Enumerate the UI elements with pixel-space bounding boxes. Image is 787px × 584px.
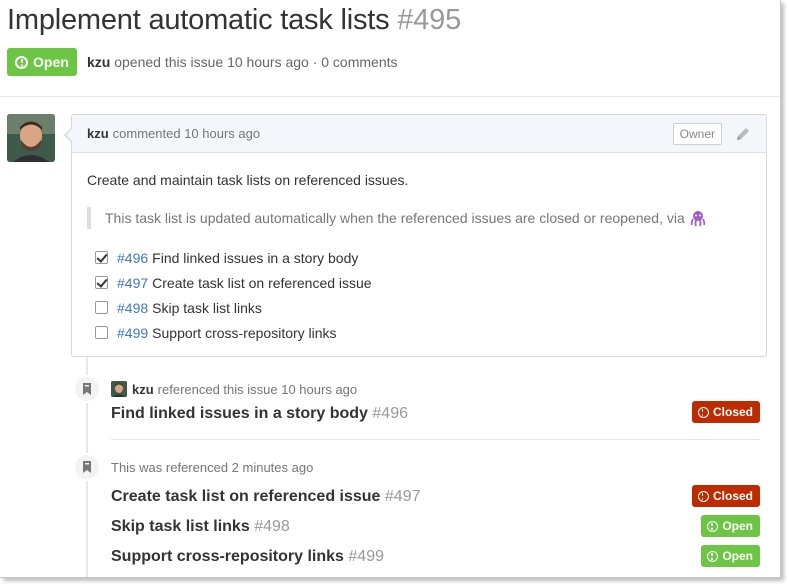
comment-body-text: Create and maintain task lists on refere… bbox=[87, 172, 409, 188]
owner-badge: Owner bbox=[672, 123, 722, 145]
comment-body: Create and maintain task lists on refere… bbox=[72, 153, 766, 345]
task-issue-link[interactable]: #498 bbox=[117, 300, 148, 316]
referenced-issue-link[interactable]: Skip task list links #498 bbox=[111, 518, 290, 536]
event-author-link[interactable]: kzu bbox=[132, 382, 154, 397]
issue-state-badge: Open bbox=[7, 48, 77, 76]
referenced-issue-link[interactable]: Find linked issues in a story body #496 bbox=[111, 405, 408, 423]
issue-closed-icon bbox=[697, 490, 709, 502]
issue-opened-icon bbox=[707, 550, 719, 562]
reference-event-header: kzu referenced this issue 10 hours ago bbox=[111, 381, 357, 397]
issue-page: Implement automatic task lists #495 Open… bbox=[0, 0, 781, 578]
comment-quote: This task list is updated automatically … bbox=[87, 207, 751, 229]
issue-comment: kzu commented 10 hours ago Owner Create … bbox=[64, 114, 767, 357]
avatar[interactable] bbox=[111, 381, 127, 397]
issue-state-label: Open bbox=[722, 519, 753, 533]
avatar[interactable] bbox=[7, 114, 55, 162]
issue-state-closed-badge: Closed bbox=[691, 401, 760, 423]
issue-meta-text: opened this issue 10 hours ago · 0 comme… bbox=[114, 54, 398, 70]
issue-state-open-badge: Open bbox=[701, 515, 760, 537]
event-text: referenced this issue 10 hours ago bbox=[157, 381, 358, 397]
task-issue-link[interactable]: #496 bbox=[117, 250, 148, 266]
task-checkbox[interactable] bbox=[95, 301, 108, 314]
pencil-icon[interactable] bbox=[734, 125, 752, 143]
bookmark-icon bbox=[73, 453, 101, 481]
referenced-issue-link[interactable]: Support cross-repository links #499 bbox=[111, 548, 384, 566]
comment-timestamp[interactable]: commented 10 hours ago bbox=[113, 126, 260, 141]
octocat-icon bbox=[689, 209, 707, 227]
referenced-issue-number[interactable]: #496 bbox=[372, 405, 408, 422]
header-divider bbox=[0, 96, 780, 97]
referenced-issue-number[interactable]: #499 bbox=[348, 548, 384, 565]
referenced-issue-title[interactable]: Support cross-repository links bbox=[111, 548, 344, 565]
task-checkbox[interactable] bbox=[95, 251, 108, 264]
reference-event-header: This was referenced 2 minutes ago bbox=[111, 460, 313, 475]
task-list-item: #497 Create task list on referenced issu… bbox=[87, 270, 751, 295]
issue-opened-icon bbox=[707, 520, 719, 532]
comment-header: kzu commented 10 hours ago Owner bbox=[72, 115, 766, 153]
task-list-item: #496 Find linked issues in a story body bbox=[87, 245, 751, 270]
task-checkbox[interactable] bbox=[95, 276, 108, 289]
issue-state-open-badge: Open bbox=[701, 545, 760, 567]
event-divider bbox=[111, 439, 760, 440]
task-text: Find linked issues in a story body bbox=[152, 249, 359, 266]
referenced-issue-title[interactable]: Find linked issues in a story body bbox=[111, 405, 368, 422]
task-list-item: #499 Support cross-repository links bbox=[87, 320, 751, 345]
referenced-issue-link[interactable]: Create task list on referenced issue #49… bbox=[111, 488, 421, 506]
issue-title-text: Implement automatic task lists bbox=[7, 4, 390, 36]
task-list-item: #498 Skip task list links bbox=[87, 295, 751, 320]
issue-opened-icon bbox=[15, 55, 28, 69]
task-text: Create task list on referenced issue bbox=[152, 274, 372, 291]
task-issue-link[interactable]: #497 bbox=[117, 275, 148, 291]
issue-state-label: Closed bbox=[712, 405, 753, 419]
task-list: #496 Find linked issues in a story body … bbox=[87, 245, 751, 345]
task-text: Support cross-repository links bbox=[152, 324, 337, 341]
referenced-issue-number[interactable]: #497 bbox=[385, 488, 421, 505]
issue-state-closed-badge: Closed bbox=[691, 485, 760, 507]
task-text: Skip task list links bbox=[152, 299, 262, 316]
issue-state-label: Closed bbox=[712, 489, 753, 503]
bookmark-icon bbox=[73, 375, 101, 403]
referenced-issue-title[interactable]: Create task list on referenced issue bbox=[111, 488, 380, 505]
issue-state-label: Open bbox=[33, 54, 69, 70]
issue-state-label: Open bbox=[722, 549, 753, 563]
comment-author-link[interactable]: kzu bbox=[87, 126, 109, 141]
issue-closed-icon bbox=[697, 406, 709, 418]
issue-meta: kzu opened this issue 10 hours ago · 0 c… bbox=[87, 54, 398, 70]
comment-quote-text: This task list is updated automatically … bbox=[105, 210, 685, 226]
referenced-issue-title[interactable]: Skip task list links bbox=[111, 518, 250, 535]
task-issue-link[interactable]: #499 bbox=[117, 325, 148, 341]
task-checkbox[interactable] bbox=[95, 326, 108, 339]
event-text: This was referenced 2 minutes ago bbox=[111, 460, 314, 475]
referenced-issue-number[interactable]: #498 bbox=[254, 518, 290, 535]
issue-number: #495 bbox=[397, 4, 461, 36]
issue-author-link[interactable]: kzu bbox=[87, 54, 110, 70]
issue-title: Implement automatic task lists #495 bbox=[7, 4, 461, 37]
